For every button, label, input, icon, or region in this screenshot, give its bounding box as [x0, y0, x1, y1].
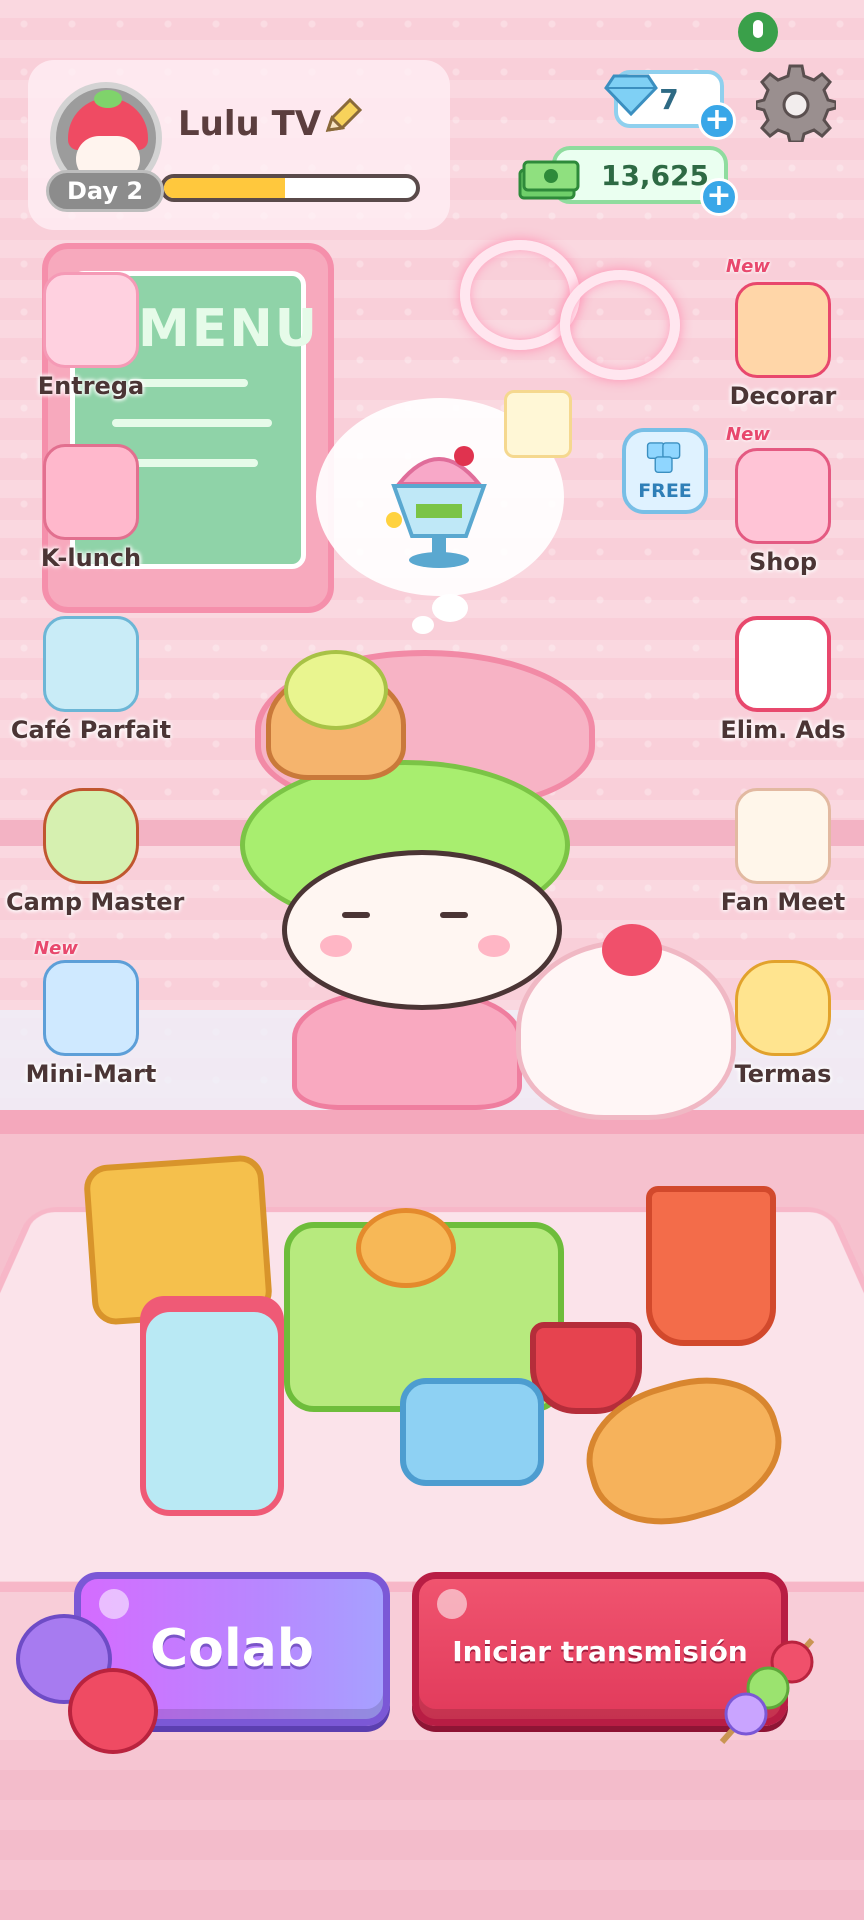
character-cheek [320, 935, 352, 957]
parfait-order-icon [386, 446, 487, 568]
button-shine [437, 1589, 467, 1619]
microphone-icon [738, 12, 778, 52]
gem-count: 7 [659, 82, 679, 116]
menu-cafe-parfait[interactable]: Café Parfait [6, 616, 176, 766]
delivery-icon [43, 272, 139, 368]
menu-decorar[interactable]: New Decorar [698, 256, 864, 432]
avatar-leaf [94, 90, 122, 108]
counter-top [0, 1110, 864, 1134]
cup-noodle [646, 1186, 776, 1346]
menu-k-lunch[interactable]: K-lunch [6, 444, 176, 594]
day-progress-bar [160, 174, 420, 202]
strawberry-mascot-icon [68, 1668, 158, 1754]
drink-jar [140, 1306, 284, 1516]
menu-termas[interactable]: Termas [698, 960, 864, 1110]
player-name: Lulu TV [178, 104, 322, 144]
decorate-icon [735, 282, 831, 378]
dango-skewer-icon [719, 1638, 815, 1744]
neon-cherry-right [560, 270, 680, 380]
character-eye [342, 912, 370, 918]
free-label: FREE [638, 480, 692, 502]
menu-camp-master[interactable]: Camp Master [6, 788, 185, 938]
thought-dot [432, 594, 468, 622]
menu-mini-mart-label: Mini-Mart [25, 1060, 157, 1088]
character-eye [440, 912, 468, 918]
settings-gear-icon[interactable] [756, 62, 836, 142]
menu-shop[interactable]: New Shop [698, 424, 864, 598]
skewer-icon [43, 788, 139, 884]
new-badge: New [34, 938, 78, 959]
no-ads-icon [735, 616, 831, 712]
cash-icon [518, 160, 580, 200]
tart-pet-face [284, 650, 388, 730]
menu-entrega[interactable]: Entrega [6, 272, 176, 422]
menu-termas-label: Termas [734, 1060, 832, 1088]
mini-mart-icon [43, 960, 139, 1056]
cherry-icon [602, 924, 662, 976]
add-cash-button[interactable]: + [700, 178, 738, 216]
menu-shop-label: Shop [748, 548, 818, 576]
free-gems-button[interactable]: FREE [622, 428, 708, 514]
hot-spring-icon [735, 960, 831, 1056]
menu-mini-mart[interactable]: New Mini-Mart [6, 938, 176, 1110]
menu-camp-master-label: Camp Master [6, 888, 185, 916]
day-progress-fill [164, 178, 285, 198]
menu-remove-ads[interactable]: Elim. Ads [698, 616, 864, 766]
fan-meet-icon [735, 788, 831, 884]
k-lunch-icon [43, 444, 139, 540]
parfait-icon [43, 616, 139, 712]
menu-decorar-label: Decorar [729, 382, 837, 410]
button-shine [99, 1589, 129, 1619]
menu-k-lunch-label: K-lunch [40, 544, 142, 572]
berry-box [400, 1378, 544, 1486]
character-face[interactable] [282, 850, 562, 1010]
menu-cafe-parfait-label: Café Parfait [10, 716, 172, 744]
gem-icon [604, 74, 658, 116]
day-badge: Day 2 [46, 170, 164, 212]
menu-remove-ads-label: Elim. Ads [720, 716, 846, 744]
character-cheek [478, 935, 510, 957]
menu-entrega-label: Entrega [37, 372, 145, 400]
thought-dot [412, 616, 434, 634]
add-gems-button[interactable]: + [698, 102, 736, 140]
new-badge: New [726, 256, 770, 277]
menu-fan-meet-label: Fan Meet [720, 888, 846, 916]
pencil-icon[interactable] [320, 96, 364, 140]
bento-rice-ball [356, 1208, 456, 1288]
cash-amount: 13,625 [600, 158, 710, 192]
shop-icon [735, 448, 831, 544]
floor [0, 1740, 864, 1920]
new-badge: New [726, 424, 770, 445]
menu-fan-meet[interactable]: Fan Meet [698, 788, 864, 938]
gumball-machine-icon [504, 390, 572, 458]
